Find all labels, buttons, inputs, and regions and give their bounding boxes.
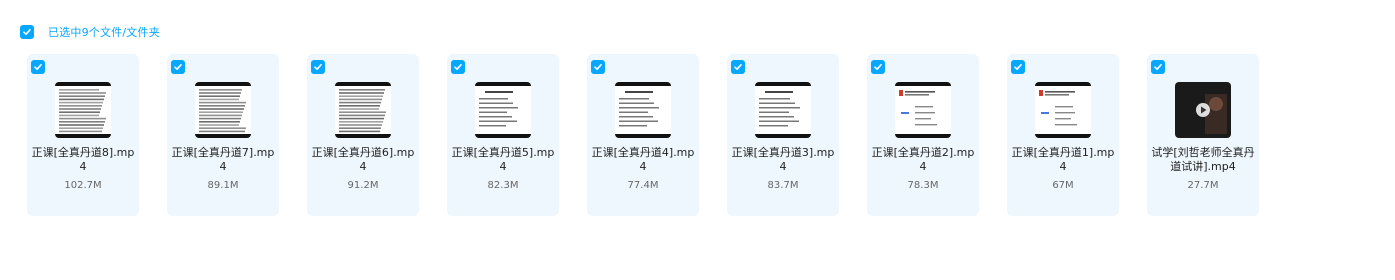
file-name: 正课[全真丹道1].mp4 [1011, 146, 1115, 173]
file-size: 91.2M [347, 180, 379, 191]
checkmark-icon [1014, 64, 1022, 70]
checkmark-icon [174, 64, 182, 70]
file-checkbox[interactable] [1151, 60, 1165, 74]
file-checkbox[interactable] [171, 60, 185, 74]
file-name: 正课[全真丹道7].mp4 [171, 146, 275, 173]
file-name: 正课[全真丹道5].mp4 [451, 146, 555, 173]
file-name: 正课[全真丹道4].mp4 [591, 146, 695, 173]
file-size: 89.1M [207, 180, 239, 191]
file-checkbox[interactable] [451, 60, 465, 74]
file-size: 27.7M [1187, 180, 1219, 191]
file-name: 正课[全真丹道3].mp4 [731, 146, 835, 173]
file-size: 77.4M [627, 180, 659, 191]
checkmark-icon [874, 64, 882, 70]
video-thumbnail [1035, 82, 1091, 138]
file-size: 82.3M [487, 180, 519, 191]
file-size: 78.3M [907, 180, 939, 191]
file-checkbox[interactable] [871, 60, 885, 74]
select-all-checkbox[interactable] [20, 25, 34, 39]
file-checkbox[interactable] [31, 60, 45, 74]
video-thumbnail [335, 82, 391, 138]
video-thumbnail [895, 82, 951, 138]
file-card[interactable]: 正课[全真丹道1].mp4 67M [1007, 54, 1119, 216]
checkmark-icon [34, 64, 42, 70]
file-card[interactable]: 正课[全真丹道3].mp4 83.7M [727, 54, 839, 216]
file-checkbox[interactable] [591, 60, 605, 74]
file-checkbox[interactable] [731, 60, 745, 74]
file-card[interactable]: 正课[全真丹道4].mp4 77.4M [587, 54, 699, 216]
file-name: 正课[全真丹道8].mp4 [31, 146, 135, 173]
video-thumbnail [195, 82, 251, 138]
checkmark-icon [454, 64, 462, 70]
file-checkbox[interactable] [311, 60, 325, 74]
select-all-toggle[interactable]: 已选中9个文件/文件夹 [20, 24, 160, 40]
video-thumbnail [55, 82, 111, 138]
checkmark-icon [734, 64, 742, 70]
file-name: 正课[全真丹道2].mp4 [871, 146, 975, 173]
file-name: 试学[刘哲老师全真丹道试讲].mp4 [1151, 146, 1255, 173]
selection-count-label: 已选中9个文件/文件夹 [48, 26, 160, 39]
file-card[interactable]: 正课[全真丹道5].mp4 82.3M [447, 54, 559, 216]
video-thumbnail [475, 82, 531, 138]
video-thumbnail [755, 82, 811, 138]
file-size: 83.7M [767, 180, 799, 191]
file-card[interactable]: 正课[全真丹道7].mp4 89.1M [167, 54, 279, 216]
file-size: 67M [1052, 180, 1074, 191]
checkmark-icon [23, 29, 31, 35]
file-card[interactable]: 正课[全真丹道6].mp4 91.2M [307, 54, 419, 216]
file-grid: 正课[全真丹道8].mp4 102.7M 正课[全真丹道7].mp4 89.1M 正课[… [27, 54, 1287, 216]
file-card[interactable]: 正课[全真丹道8].mp4 102.7M [27, 54, 139, 216]
video-thumbnail [1175, 82, 1231, 138]
file-name: 正课[全真丹道6].mp4 [311, 146, 415, 173]
file-card[interactable]: 试学[刘哲老师全真丹道试讲].mp4 27.7M [1147, 54, 1259, 216]
file-card[interactable]: 正课[全真丹道2].mp4 78.3M [867, 54, 979, 216]
file-checkbox[interactable] [1011, 60, 1025, 74]
checkmark-icon [314, 64, 322, 70]
video-thumbnail [615, 82, 671, 138]
checkmark-icon [1154, 64, 1162, 70]
file-size: 102.7M [64, 180, 102, 191]
checkmark-icon [594, 64, 602, 70]
